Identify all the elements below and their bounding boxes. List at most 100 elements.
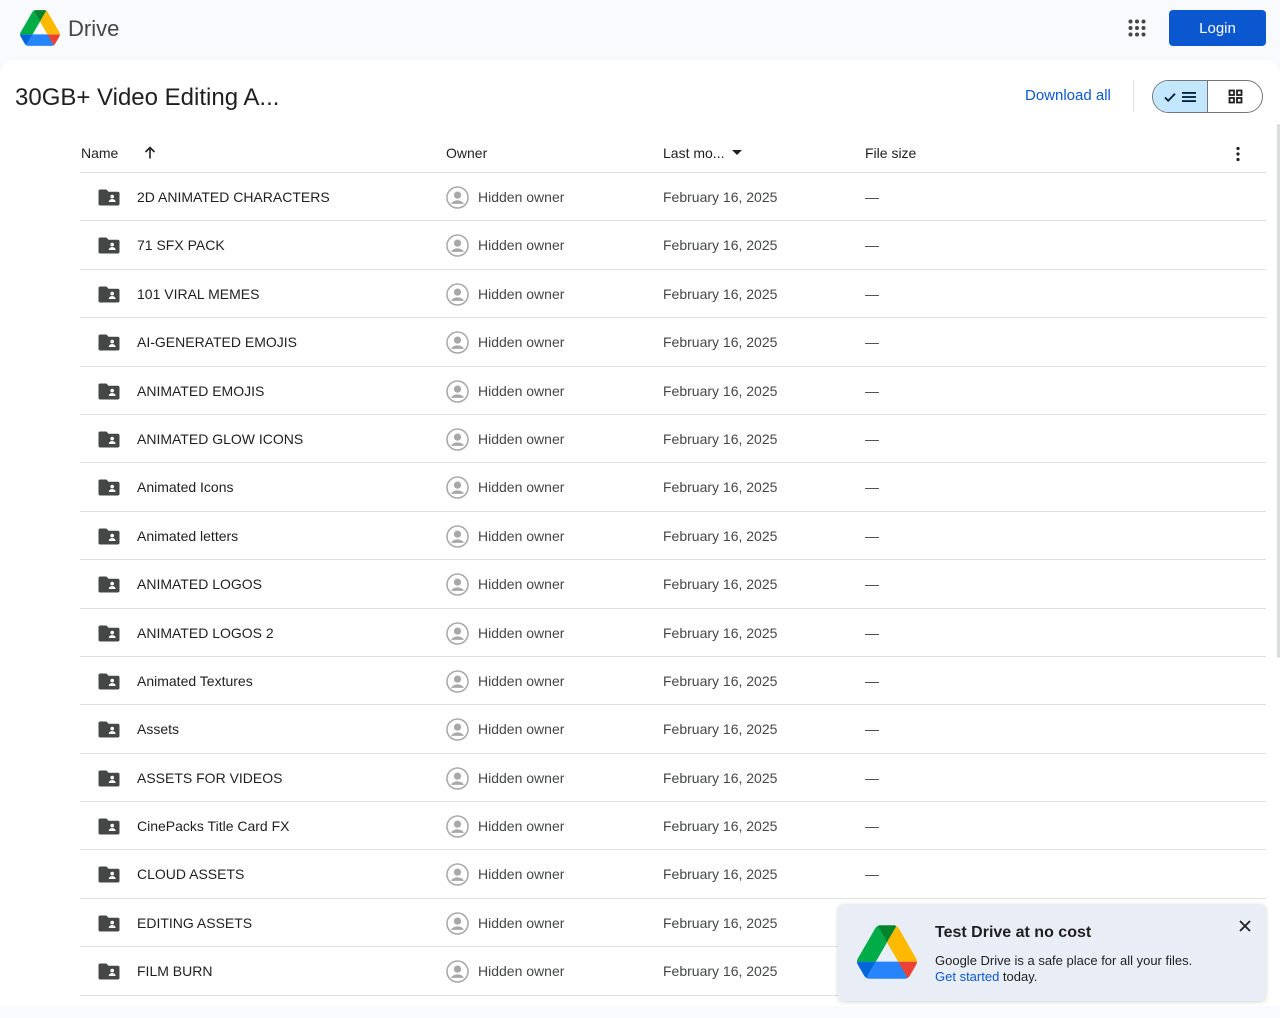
file-size: — bbox=[865, 624, 879, 641]
column-header-name[interactable]: Name bbox=[81, 145, 118, 161]
column-header-owner[interactable]: Owner bbox=[446, 145, 487, 161]
file-owner: Hidden owner bbox=[478, 866, 565, 883]
account-circle-icon bbox=[446, 428, 469, 451]
file-row[interactable]: CLOUD ASSETS Hidden owner February 16, 202… bbox=[80, 850, 1266, 899]
shared-folder-icon bbox=[98, 817, 120, 835]
shared-folder-icon bbox=[98, 527, 120, 545]
file-row[interactable]: Assets Hidden owner February 16, 2025 — bbox=[80, 705, 1266, 754]
promo-card: Test Drive at no cost Google Drive is a … bbox=[838, 904, 1266, 1001]
file-owner: Hidden owner bbox=[478, 624, 565, 641]
file-row[interactable]: ANIMATED LOGOS Hidden owner February 16, 2… bbox=[80, 560, 1266, 609]
google-drive-logo bbox=[857, 925, 917, 979]
file-row[interactable]: Animated Icons Hidden owner February 16, 2… bbox=[80, 463, 1266, 512]
shared-folder-icon bbox=[98, 720, 120, 738]
shared-folder-icon bbox=[98, 914, 120, 932]
file-name: ASSETS FOR VIDEOS bbox=[137, 769, 283, 786]
header-divider bbox=[1133, 80, 1134, 112]
file-owner: Hidden owner bbox=[478, 963, 565, 980]
file-owner: Hidden owner bbox=[478, 430, 565, 447]
file-owner: Hidden owner bbox=[478, 189, 565, 205]
get-started-link[interactable]: Get started bbox=[935, 969, 999, 984]
account-circle-icon bbox=[446, 186, 469, 209]
file-owner: Hidden owner bbox=[478, 479, 565, 496]
file-name: EDITING ASSETS bbox=[137, 914, 253, 931]
file-name: ANIMATED LOGOS 2 bbox=[137, 624, 274, 641]
account-circle-icon bbox=[446, 960, 469, 984]
file-owner: Hidden owner bbox=[478, 382, 565, 399]
account-circle-icon bbox=[446, 524, 469, 548]
file-owner: Hidden owner bbox=[478, 769, 565, 786]
file-last-modified: February 16, 2025 bbox=[663, 237, 778, 254]
file-name: CLOUD ASSETS bbox=[137, 866, 245, 883]
apps-button[interactable] bbox=[1120, 11, 1154, 45]
download-all-button[interactable]: Download all bbox=[1025, 87, 1111, 104]
promo-title: Test Drive at no cost bbox=[935, 924, 1092, 941]
view-toggle bbox=[1152, 80, 1263, 113]
column-header-last-modified[interactable]: Last mo... bbox=[663, 145, 724, 161]
file-size: — bbox=[865, 866, 879, 883]
account-circle-icon bbox=[446, 331, 469, 354]
close-icon[interactable] bbox=[1237, 918, 1253, 934]
grid-view-button[interactable] bbox=[1208, 81, 1262, 112]
file-name: ANIMATED EMOJIS bbox=[137, 382, 265, 399]
shared-folder-icon bbox=[98, 624, 120, 642]
file-size: — bbox=[865, 382, 879, 399]
file-name: AI-GENERATED EMOJIS bbox=[137, 334, 297, 351]
file-row[interactable]: ANIMATED LOGOS 2 Hidden owner February 16,… bbox=[80, 609, 1266, 657]
more-vert-icon[interactable] bbox=[1228, 144, 1248, 164]
file-size: — bbox=[865, 285, 879, 302]
file-row[interactable]: Animated Textures Hidden owner February 16… bbox=[80, 657, 1266, 706]
file-owner: Hidden owner bbox=[478, 914, 565, 931]
arrow-up-icon[interactable] bbox=[142, 145, 158, 161]
file-last-modified: February 16, 2025 bbox=[663, 430, 778, 447]
grid-view-icon bbox=[1228, 89, 1242, 104]
file-name: FILM BURN bbox=[137, 963, 213, 980]
shared-folder-icon bbox=[98, 430, 120, 448]
file-last-modified: February 16, 2025 bbox=[663, 769, 778, 786]
file-last-modified: February 16, 2025 bbox=[663, 963, 778, 980]
shared-folder-icon bbox=[98, 769, 120, 787]
column-header-file-size[interactable]: File size bbox=[865, 145, 916, 161]
file-owner: Hidden owner bbox=[478, 527, 565, 544]
file-last-modified: February 16, 2025 bbox=[663, 334, 778, 351]
file-row[interactable]: CinePacks Title Card FX Hidden owner Febru… bbox=[80, 802, 1266, 851]
main-panel: 30GB+ Video Editing A... Download all Na… bbox=[0, 60, 1280, 1006]
shared-folder-icon bbox=[98, 333, 120, 351]
account-circle-icon bbox=[446, 912, 469, 935]
file-size: — bbox=[865, 672, 879, 689]
shared-folder-icon bbox=[98, 382, 120, 400]
file-row[interactable]: ASSETS FOR VIDEOS Hidden owner February 16… bbox=[80, 754, 1266, 803]
sort-dropdown-icon[interactable] bbox=[732, 150, 742, 155]
account-circle-icon bbox=[446, 670, 469, 693]
file-name: Animated Icons bbox=[137, 479, 234, 496]
file-row[interactable]: 101 VIRAL MEMES Hidden owner February 16, … bbox=[80, 270, 1266, 319]
file-row[interactable]: 2D ANIMATED CHARACTERS Hidden owner Februa… bbox=[80, 173, 1266, 222]
file-last-modified: February 16, 2025 bbox=[663, 914, 778, 931]
list-view-icon bbox=[1182, 91, 1196, 102]
account-circle-icon bbox=[446, 621, 469, 645]
shared-folder-icon bbox=[98, 285, 120, 303]
file-row[interactable]: 71 SFX PACK Hidden owner February 16, 2025… bbox=[80, 221, 1266, 270]
file-last-modified: February 16, 2025 bbox=[663, 189, 778, 205]
file-size: — bbox=[865, 527, 879, 544]
file-name: Animated Textures bbox=[137, 672, 253, 689]
file-row[interactable]: ANIMATED EMOJIS Hidden owner February 16, … bbox=[80, 367, 1266, 415]
shared-folder-icon bbox=[98, 478, 120, 496]
account-circle-icon bbox=[446, 718, 469, 742]
file-last-modified: February 16, 2025 bbox=[663, 721, 778, 738]
file-size: — bbox=[865, 430, 879, 447]
file-row[interactable]: Animated letters Hidden owner February 16,… bbox=[80, 512, 1266, 561]
shared-folder-icon bbox=[98, 575, 120, 593]
file-owner: Hidden owner bbox=[478, 721, 565, 738]
file-row[interactable]: ANIMATED GLOW ICONS Hidden owner February … bbox=[80, 415, 1266, 464]
file-size: — bbox=[865, 721, 879, 738]
file-last-modified: February 16, 2025 bbox=[663, 866, 778, 883]
login-button[interactable]: Login bbox=[1169, 10, 1266, 46]
file-row[interactable]: AI-GENERATED EMOJIS Hidden owner February … bbox=[80, 318, 1266, 367]
google-drive-logo[interactable] bbox=[20, 10, 60, 46]
file-size: — bbox=[865, 576, 879, 593]
file-list: 2D ANIMATED CHARACTERS Hidden owner Februa… bbox=[80, 173, 1266, 996]
file-name: CinePacks Title Card FX bbox=[137, 818, 290, 835]
list-view-button[interactable] bbox=[1153, 81, 1208, 112]
file-size: — bbox=[865, 334, 879, 351]
